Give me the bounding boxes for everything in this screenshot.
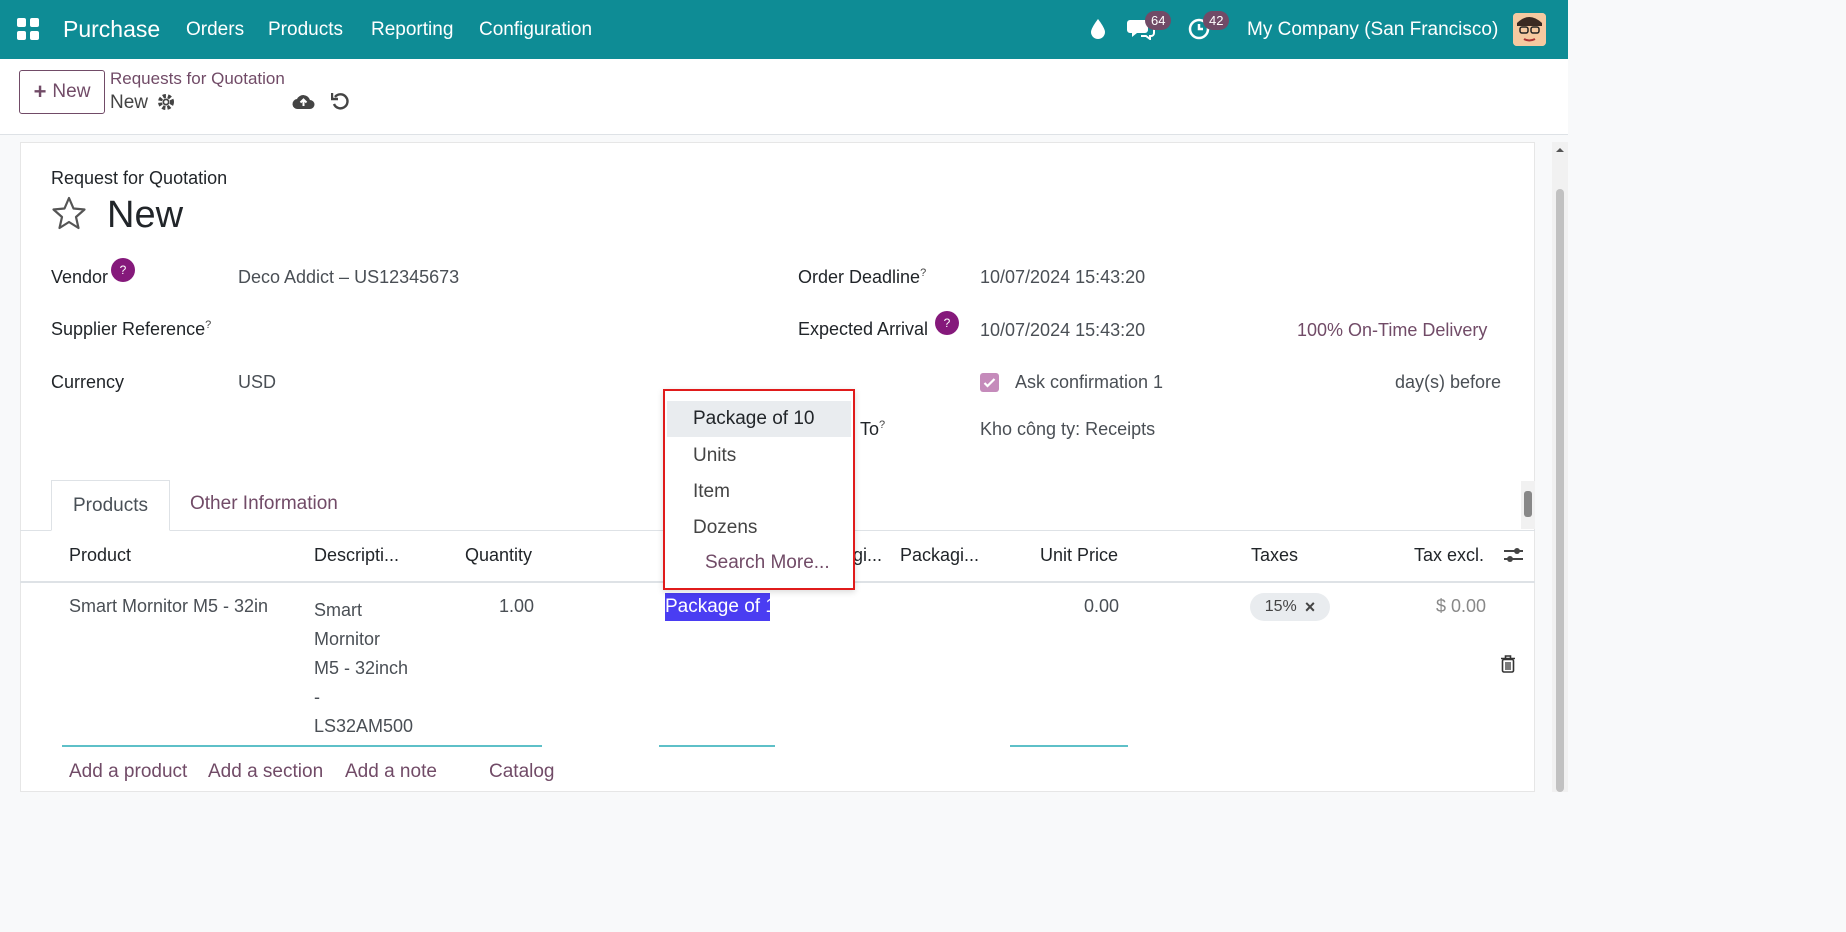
add-product-link[interactable]: Add a product: [69, 761, 187, 783]
control-panel: + New Requests for Quotation New: [0, 59, 1568, 135]
trash-icon[interactable]: [1500, 655, 1516, 678]
tax-tag[interactable]: 15% ×: [1250, 593, 1330, 621]
scroll-up-arrow-icon[interactable]: [1552, 144, 1568, 156]
drop-icon[interactable]: [1089, 18, 1107, 45]
column-quantity[interactable]: Quantity: [465, 545, 532, 566]
order-deadline-field[interactable]: 10/07/2024 15:43:20: [980, 267, 1145, 288]
user-avatar[interactable]: [1513, 13, 1546, 46]
row-tax-excl: $ 0.00: [1436, 596, 1487, 616]
menu-configuration[interactable]: Configuration: [479, 19, 592, 41]
optional-columns-icon[interactable]: [1503, 546, 1524, 569]
tab-other-information[interactable]: Other Information: [190, 493, 338, 515]
discard-icon[interactable]: [330, 92, 349, 116]
description-line: M5 - 32inch: [314, 658, 409, 678]
remove-tax-icon[interactable]: ×: [1305, 597, 1316, 618]
company-switcher[interactable]: My Company (San Francisco): [1247, 19, 1498, 41]
apps-menu-icon[interactable]: [17, 18, 39, 40]
breadcrumb-parent[interactable]: Requests for Quotation: [110, 69, 285, 89]
row-product[interactable]: Smart Mornitor M5 - 32in: [69, 596, 268, 617]
app-name[interactable]: Purchase: [63, 16, 160, 43]
activities-count-badge: 42: [1203, 11, 1230, 30]
uom-option[interactable]: Dozens: [667, 510, 851, 546]
uom-input[interactable]: Package of 1: [665, 593, 770, 621]
gear-icon[interactable]: [157, 93, 175, 116]
supplier-reference-field[interactable]: [238, 312, 758, 344]
uom-option[interactable]: Item: [667, 474, 851, 510]
supplier-reference-label: Supplier Reference?: [51, 319, 212, 339]
column-description[interactable]: Descripti...: [314, 545, 399, 566]
catalog-link[interactable]: Catalog: [489, 761, 555, 783]
currency-label: Currency: [51, 372, 125, 392]
supplier-reference-help[interactable]: ?: [205, 319, 211, 331]
breadcrumb-current: New: [110, 92, 149, 113]
order-deadline-label: Order Deadline?: [798, 267, 927, 287]
on-time-delivery-link[interactable]: 100% On-Time Delivery: [1297, 320, 1487, 341]
messages-count-badge: 64: [1145, 11, 1172, 30]
description-line: Mornitor: [314, 629, 381, 649]
description-line: Smart: [314, 600, 363, 620]
order-deadline-help[interactable]: ?: [920, 267, 926, 279]
column-unit-price[interactable]: Unit Price: [1040, 545, 1118, 566]
tax-tag-label: 15%: [1264, 598, 1297, 615]
tabs-scrollbar-thumb[interactable]: [1524, 491, 1532, 517]
column-packaging-qty[interactable]: gi...: [853, 545, 882, 566]
add-section-link[interactable]: Add a section: [208, 761, 323, 783]
field-underline: [1010, 745, 1128, 747]
menu-orders[interactable]: Orders: [186, 19, 244, 41]
uom-dropdown: Package of 10 Units Item Dozens Search M…: [663, 389, 855, 590]
field-underline: [62, 745, 542, 747]
uom-option[interactable]: Units: [667, 438, 851, 474]
row-quantity[interactable]: 1.00: [499, 596, 534, 617]
new-button[interactable]: + New: [19, 70, 105, 114]
uom-option[interactable]: Package of 10: [667, 401, 851, 437]
row-unit-price[interactable]: 0.00: [1084, 596, 1119, 617]
deliver-to-help[interactable]: ?: [879, 419, 885, 431]
column-tax-excl[interactable]: Tax excl.: [1414, 545, 1484, 566]
plus-icon: +: [33, 79, 47, 104]
description-line: -: [314, 687, 320, 707]
currency-field[interactable]: USD: [238, 372, 276, 393]
search-more-link[interactable]: Search More...: [705, 552, 830, 574]
star-icon[interactable]: [51, 195, 87, 236]
document-type: Request for Quotation: [51, 168, 228, 188]
page-scrollbar[interactable]: [1552, 142, 1568, 792]
tabs-scrollbar[interactable]: [1521, 481, 1535, 529]
record-title: New: [107, 194, 184, 236]
column-packaging[interactable]: Packagi...: [900, 545, 979, 566]
description-line: LS32AM500: [314, 716, 414, 736]
row-description[interactable]: Smart Mornitor M5 - 32inch - LS32AM500: [314, 596, 413, 741]
column-product[interactable]: Product: [69, 545, 131, 566]
vendor-label: Vendor: [51, 267, 109, 287]
column-taxes[interactable]: Taxes: [1251, 545, 1298, 566]
vendor-help-icon[interactable]: ?: [111, 258, 135, 282]
page-scrollbar-thumb[interactable]: [1556, 189, 1564, 792]
top-navbar: Purchase Orders Products Reporting Confi…: [0, 0, 1568, 59]
vendor-field[interactable]: Deco Addict – US12345673: [238, 267, 459, 288]
expected-arrival-help-icon[interactable]: ?: [935, 311, 959, 335]
expected-arrival-label: Expected Arrival: [798, 319, 929, 339]
deliver-to-label: To?: [860, 419, 886, 439]
deliver-to-field[interactable]: Kho công ty: Receipts: [980, 419, 1155, 440]
field-underline: [659, 745, 775, 747]
ask-confirmation-label: Ask confirmation 1: [1015, 372, 1164, 392]
tab-products[interactable]: Products: [51, 480, 170, 531]
expected-arrival-field[interactable]: 10/07/2024 15:43:20: [980, 320, 1145, 341]
add-note-link[interactable]: Add a note: [345, 761, 437, 783]
menu-products[interactable]: Products: [268, 19, 343, 41]
new-button-label: New: [52, 81, 91, 102]
save-cloud-icon[interactable]: [292, 93, 315, 115]
menu-reporting[interactable]: Reporting: [371, 19, 453, 41]
ask-confirmation-checkbox[interactable]: [980, 373, 999, 392]
check-icon: [983, 378, 996, 388]
ask-confirmation-suffix: day(s) before: [1395, 372, 1502, 392]
